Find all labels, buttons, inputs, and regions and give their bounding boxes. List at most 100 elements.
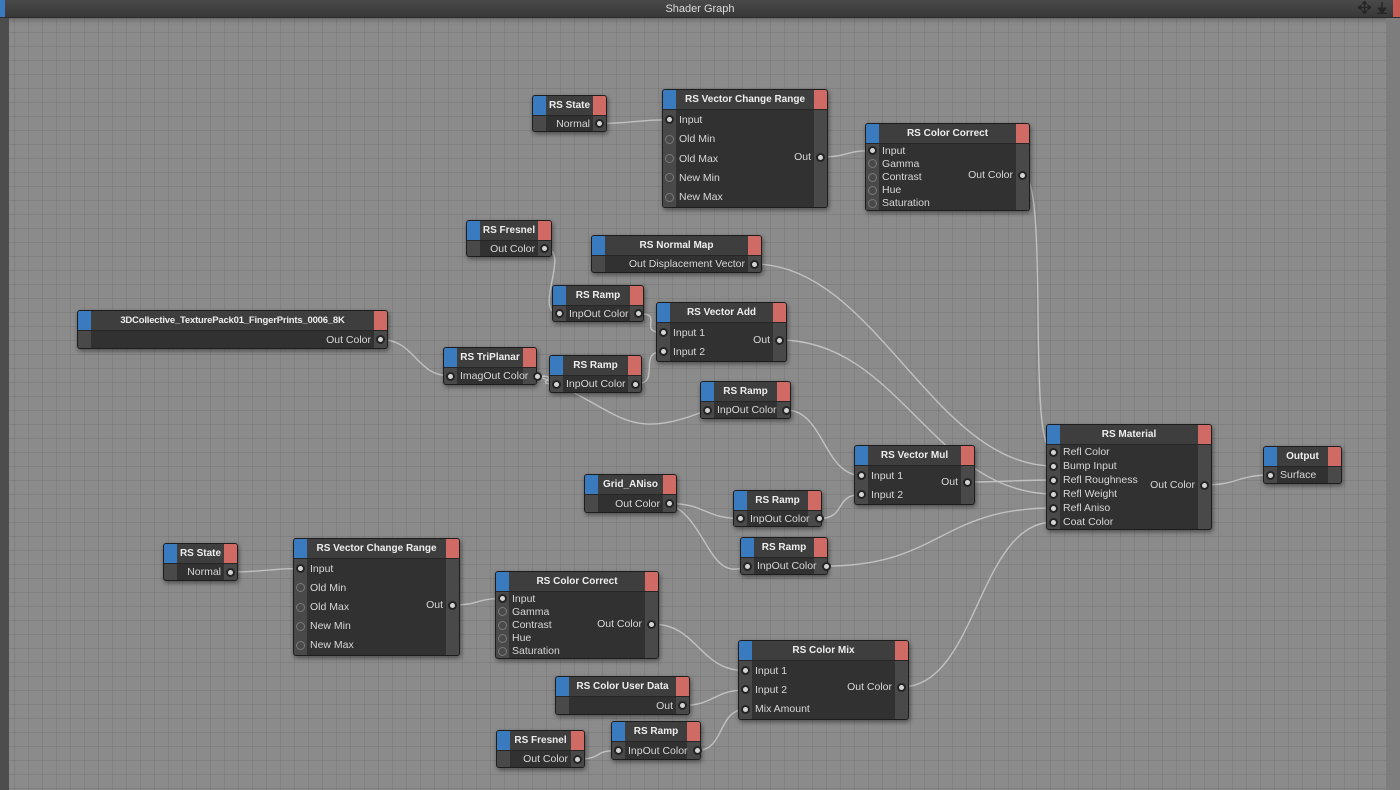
input-port-Input 2[interactable] [659,347,668,356]
input-port-Inp[interactable] [736,514,745,523]
node-normal-map[interactable]: RS Normal Map Out Displacement Vector [591,235,762,273]
node-collapse-tab[interactable] [657,303,670,322]
node-ramp1[interactable]: RS Ramp Inp Out Color [552,285,644,322]
node-color-mix[interactable]: Out Color RS Color Mix Input 1 Input 2 Mix A… [738,640,909,720]
output-port-Out Color[interactable] [376,335,385,344]
node-material[interactable]: Out Color RS Material Refl Color Bump Input… [1046,424,1212,530]
node-preview-tab[interactable] [1016,124,1029,143]
input-port-Inp[interactable] [552,379,561,389]
node-preview-tab[interactable] [748,236,761,255]
input-port-Imag[interactable] [446,371,455,381]
node-collapse-tab[interactable] [1264,447,1277,466]
input-port-Refl Color[interactable] [1049,447,1058,457]
input-port-Gamma[interactable] [498,607,507,617]
input-port-Gamma[interactable] [868,159,877,169]
input-port-Inp[interactable] [614,746,623,755]
output-port-Out Color[interactable] [533,371,543,381]
node-collapse-tab[interactable] [164,544,177,563]
input-port-New Max[interactable] [665,192,674,202]
output-port-Normal[interactable] [226,567,235,577]
input-port-Inp[interactable] [743,561,752,571]
node-preview-tab[interactable] [1198,425,1211,444]
input-port-Old Min[interactable] [296,583,305,593]
input-port-Input[interactable] [498,594,507,604]
node-collapse-tab[interactable] [866,124,879,143]
node-fresnel-top[interactable]: RS Fresnel Out Color [466,220,552,257]
node-preview-tab[interactable] [663,475,676,494]
node-output[interactable]: Output Surface [1263,446,1342,484]
input-port-Coat Color[interactable] [1049,517,1058,527]
input-port-Input 2[interactable] [741,685,750,695]
input-port-Refl Weight[interactable] [1049,489,1058,499]
node-ramp2[interactable]: RS Ramp Inp Out Color [549,355,642,393]
node-collapse-tab[interactable] [556,677,569,696]
output-port-Out Color[interactable] [821,561,831,571]
output-port-Normal[interactable] [595,119,604,128]
node-collapse-tab[interactable] [663,90,676,109]
input-port-New Max[interactable] [296,640,305,650]
input-port-Contrast[interactable] [868,172,877,182]
output-port-Out Color[interactable] [573,754,582,764]
input-port-Bump Input[interactable] [1049,461,1058,471]
node-preview-tab[interactable] [628,356,641,375]
node-preview-tab[interactable] [773,303,786,322]
node-collapse-tab[interactable] [550,356,563,375]
node-collapse-tab[interactable] [739,641,752,660]
node-preview-tab[interactable] [645,572,658,591]
input-port-Inp[interactable] [703,405,712,415]
node-preview-tab[interactable] [1328,447,1341,466]
output-port-Out Color[interactable] [630,379,640,389]
node-collapse-tab[interactable] [467,221,480,240]
input-port-Input[interactable] [296,564,305,574]
node-vector-mul[interactable]: Out RS Vector Mul Input 1 Input 2 [854,445,975,505]
node-preview-tab[interactable] [687,722,700,741]
node-collapse-tab[interactable] [533,96,546,115]
node-collapse-tab[interactable] [497,731,510,750]
node-tex[interactable]: 3DCollective_TexturePack01_FingerPrints_… [77,310,388,349]
node-collapse-tab[interactable] [444,348,457,367]
input-port-New Min[interactable] [665,173,674,183]
output-port-Out Color[interactable] [692,746,702,755]
input-port-Input 1[interactable] [857,471,866,480]
node-preview-tab[interactable] [961,446,974,465]
output-port-Out Color[interactable] [665,499,674,508]
node-vector-add[interactable]: Out RS Vector Add Input 1 Input 2 [656,302,787,362]
input-port-Saturation[interactable] [868,198,877,208]
input-port-Input[interactable] [665,115,674,125]
node-preview-tab[interactable] [777,382,790,401]
input-port-Hue[interactable] [868,185,877,195]
node-cc-top[interactable]: Out Color RS Color Correct Input Gamma Contr… [865,123,1030,211]
node-vcr-bottom[interactable]: Out RS Vector Change Range Input Old Min Old… [293,538,460,656]
output-port-Out[interactable] [678,701,687,710]
node-user-data[interactable]: RS Color User Data Out [555,676,690,715]
node-preview-tab[interactable] [808,491,821,510]
node-preview-tab[interactable] [814,538,827,557]
graph-canvas[interactable]: RS State Normal Out RS Vector Change Range I… [0,18,1400,790]
node-ramp5[interactable]: RS Ramp Inp Out Color [740,537,831,575]
node-collapse-tab[interactable] [294,539,307,558]
input-port-Refl Aniso[interactable] [1049,503,1058,513]
input-port-Input 2[interactable] [857,490,866,499]
input-port-Contrast[interactable] [498,620,507,630]
input-port-New Min[interactable] [296,621,305,631]
import-icon[interactable] [1376,1,1388,14]
node-collapse-tab[interactable] [585,475,598,494]
node-preview-tab[interactable] [814,90,827,109]
input-port-Surface[interactable] [1266,470,1275,480]
node-collapse-tab[interactable] [1047,425,1060,444]
input-port-Inp[interactable] [555,309,564,318]
node-cc-bottom[interactable]: Out Color RS Color Correct Input Gamma Contr… [495,571,659,659]
node-preview-tab[interactable] [224,544,237,563]
titlebar-red-tab[interactable] [1393,0,1400,17]
input-port-Old Max[interactable] [665,154,674,164]
input-port-Old Max[interactable] [296,602,305,612]
node-collapse-tab[interactable] [592,236,605,255]
node-collapse-tab[interactable] [78,311,91,330]
node-preview-tab[interactable] [571,731,584,750]
node-fresnel-bottom[interactable]: RS Fresnel Out Color [496,730,585,768]
node-preview-tab[interactable] [374,311,387,330]
node-preview-tab[interactable] [538,221,551,240]
input-port-Hue[interactable] [498,633,507,643]
node-triplanar[interactable]: RS TriPlanar Imag Out Color [443,347,543,385]
input-port-Old Min[interactable] [665,134,674,144]
